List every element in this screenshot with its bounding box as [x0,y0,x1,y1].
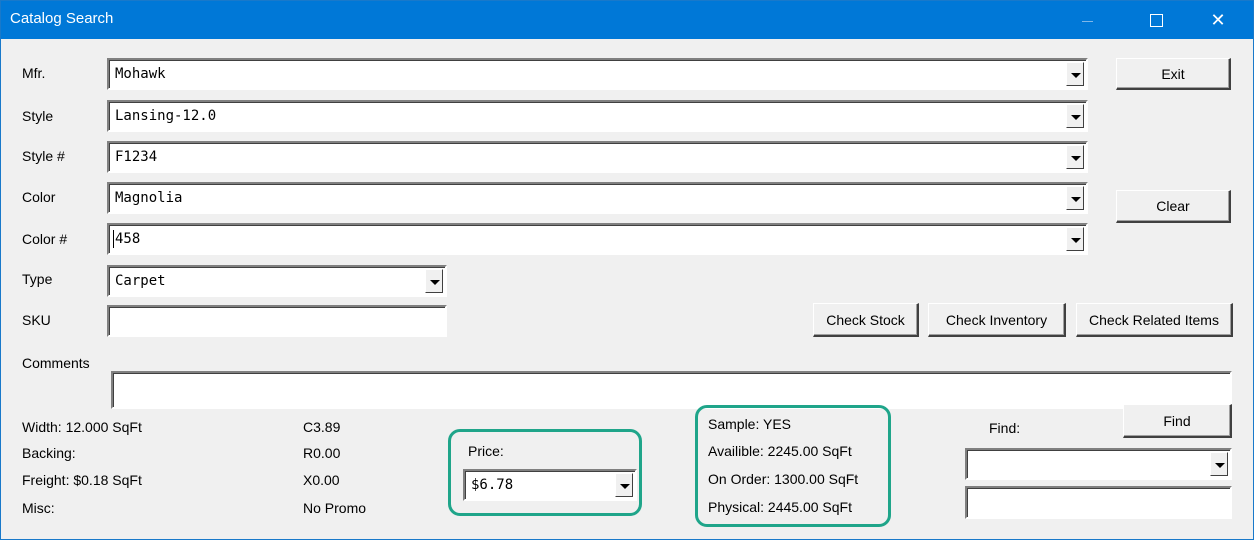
physical-text: Physical: 2445.00 SqFt [708,499,852,515]
check-related-items-button[interactable]: Check Related Items [1076,303,1233,337]
sku-label: SKU [22,312,51,328]
style-number-label: Style # [22,148,65,164]
chevron-down-icon [430,280,440,285]
find-input[interactable] [965,486,1232,519]
style-dropdown-button[interactable] [1066,104,1084,128]
backing-text: Backing: [22,445,76,461]
window-title: Catalog Search [10,10,114,27]
close-icon: ✕ [1210,10,1226,30]
mfr-dropdown-button[interactable] [1066,62,1084,86]
on-order-text: On Order: 1300.00 SqFt [708,471,859,487]
style-number-dropdown-button[interactable] [1066,145,1084,169]
find-dropdown-button[interactable] [1210,452,1228,476]
code-c-text: C3.89 [303,419,341,435]
sku-input[interactable] [107,305,447,337]
width-text: Width: 12.000 SqFt [22,419,142,435]
style-number-select[interactable]: F1234 [107,141,1088,173]
style-select[interactable]: Lansing-12.0 [107,100,1088,132]
style-number-value: F1234 [115,149,158,165]
color-select[interactable]: Magnolia [107,182,1088,214]
clear-button[interactable]: Clear [1116,190,1231,223]
type-select[interactable]: Carpet [107,265,447,297]
close-button[interactable]: ✕ [1195,1,1241,39]
color-value: Magnolia [115,190,183,206]
price-dropdown-button[interactable] [615,473,633,497]
mfr-value: Mohawk [115,66,166,82]
maximize-button[interactable] [1133,1,1179,39]
color-number-select[interactable]: 458 [107,223,1088,255]
exit-button[interactable]: Exit [1116,58,1231,90]
text-caret [113,230,114,248]
price-label: Price: [468,443,504,459]
mfr-label: Mfr. [22,65,46,81]
available-text: Availible: 2245.00 SqFt [708,443,852,459]
find-label: Find: [989,420,1021,436]
freight-text: Freight: $0.18 SqFt [22,472,142,488]
type-label: Type [22,271,53,287]
minimize-button[interactable] [1064,1,1110,39]
chevron-down-icon [1071,238,1081,243]
catalog-search-window: Catalog Search ✕ Mfr. Style Style # Colo… [0,0,1254,540]
chevron-down-icon [620,484,630,489]
mfr-select[interactable]: Mohawk [107,58,1088,90]
chevron-down-icon [1071,197,1081,202]
comments-label: Comments [22,355,90,371]
price-select[interactable]: $6.78 [463,469,637,501]
check-stock-button[interactable]: Check Stock [813,303,919,337]
style-value: Lansing-12.0 [115,108,217,124]
color-number-value: 458 [115,231,141,247]
maximize-icon [1149,13,1163,27]
minimize-icon [1081,20,1093,22]
chevron-down-icon [1215,463,1225,468]
style-label: Style [22,108,54,124]
check-inventory-button[interactable]: Check Inventory [928,303,1066,337]
find-button[interactable]: Find [1123,404,1232,438]
promo-text: No Promo [303,500,367,516]
chevron-down-icon [1071,115,1081,120]
code-r-text: R0.00 [303,445,341,461]
find-select[interactable] [965,448,1232,480]
color-label: Color [22,189,56,205]
price-value: $6.78 [471,477,514,493]
sample-text: Sample: YES [708,416,792,432]
type-value: Carpet [115,273,166,289]
color-number-label: Color # [22,231,68,247]
title-bar: Catalog Search ✕ [1,1,1253,39]
code-x-text: X0.00 [303,472,340,488]
chevron-down-icon [1071,156,1081,161]
misc-text: Misc: [22,500,55,516]
type-dropdown-button[interactable] [425,269,443,293]
color-dropdown-button[interactable] [1066,186,1084,210]
comments-input[interactable] [111,371,1232,409]
chevron-down-icon [1071,73,1081,78]
color-number-dropdown-button[interactable] [1066,227,1084,251]
